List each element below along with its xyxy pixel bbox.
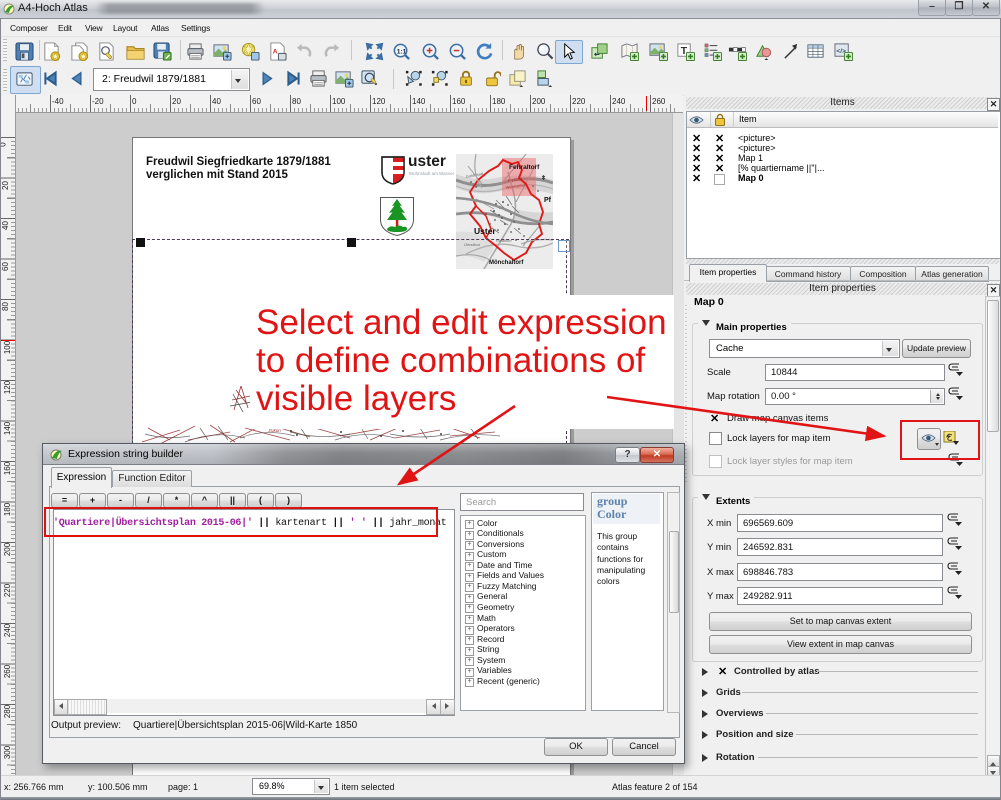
- svg-text:Uster: Uster: [474, 226, 496, 236]
- svg-text:1:1: 1:1: [397, 48, 407, 55]
- svg-text:Mönchaltorf: Mönchaltorf: [489, 260, 524, 266]
- svg-text:Fehraltorf: Fehraltorf: [509, 164, 540, 171]
- svg-text:A: A: [273, 48, 278, 55]
- svg-text:Pf: Pf: [544, 197, 552, 204]
- svg-text:Oerzikon: Oerzikon: [464, 242, 481, 247]
